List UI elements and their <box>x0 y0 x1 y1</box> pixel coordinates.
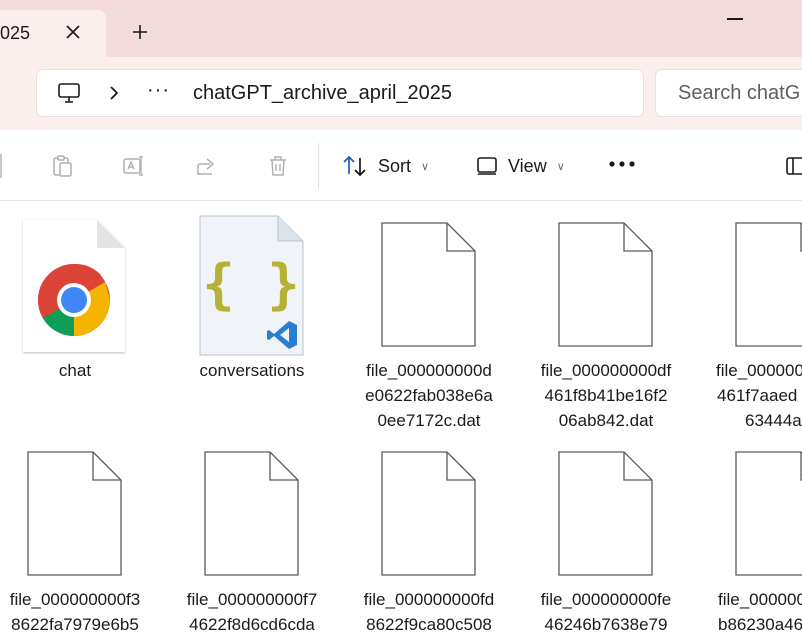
minimize-window-icon[interactable] <box>727 18 743 20</box>
file-name-line: 461f8b41be16f2 <box>544 386 668 405</box>
details-pane-icon[interactable] <box>786 156 802 176</box>
breadcrumb-current-folder[interactable]: chatGPT_archive_april_2025 <box>193 82 452 105</box>
file-name-line: 0ee7172c.dat <box>377 411 481 430</box>
file-name-line: e0622fab038e6a <box>365 386 493 405</box>
file-name-line: file_000000000df <box>540 361 672 380</box>
title-bar: 025 <box>0 0 802 57</box>
search-placeholder: Search chatG <box>678 82 801 104</box>
delete-icon[interactable] <box>266 154 290 178</box>
rename-icon[interactable] <box>122 154 146 178</box>
close-tab-icon[interactable] <box>63 22 83 42</box>
file-item-dat[interactable]: file_000000000f7 4622f8d6cd6cda <box>177 451 327 634</box>
share-icon[interactable] <box>194 154 218 178</box>
file-item-chat[interactable]: chat <box>0 201 150 441</box>
file-name-line: 46246b7638e79 <box>544 615 668 634</box>
view-button[interactable]: View ∨ <box>476 148 565 184</box>
view-label: View <box>508 155 547 176</box>
json-vscode-icon: { } <box>199 215 304 356</box>
sort-icon <box>343 155 366 177</box>
file-name-line: file_00000000 <box>718 590 802 609</box>
chevron-right-icon[interactable] <box>107 84 121 102</box>
file-item-dat[interactable]: file_000000000df 461f8b41be16f2 06ab842.… <box>531 201 681 441</box>
file-name: conversations <box>199 361 305 380</box>
cut-icon[interactable] <box>0 154 2 178</box>
new-tab-icon[interactable] <box>128 20 152 44</box>
file-name-line: file_000000000fe <box>540 590 672 609</box>
blank-file-icon <box>558 222 653 347</box>
blank-file-icon <box>558 451 653 576</box>
blank-file-icon <box>735 222 802 347</box>
search-input[interactable]: Search chatG <box>656 70 802 116</box>
file-name-line: file_00000000 <box>716 361 802 380</box>
file-name-line: 63444a. <box>745 411 802 430</box>
chevron-down-icon: ∨ <box>421 160 430 173</box>
command-bar: Sort ∨ View ∨ <box>0 130 802 201</box>
file-name-line: 8622f9ca80c508 <box>366 615 492 634</box>
file-grid: chat { } conversations file_000000000d e… <box>0 201 802 634</box>
active-tab[interactable]: 025 <box>0 10 106 57</box>
file-item-dat[interactable]: file_00000000 b86230a46 <box>708 451 802 633</box>
paste-icon[interactable] <box>50 154 74 178</box>
file-item-dat[interactable]: file_000000000d e0622fab038e6a 0ee7172c.… <box>354 201 504 441</box>
blank-file-icon <box>381 222 476 347</box>
file-name-line: 8622fa7979e6b5 <box>11 615 139 634</box>
svg-text:{ }: { } <box>202 253 300 316</box>
address-bar[interactable]: ··· chatGPT_archive_april_2025 <box>37 70 643 116</box>
blank-file-icon <box>735 451 802 576</box>
file-name-line: 4622f8d6cd6cda <box>189 615 315 634</box>
file-item-dat[interactable]: file_000000000fd 8622f9ca80c508 <box>354 451 504 634</box>
file-name-line: file_000000000f3 <box>9 590 141 609</box>
tab-title: 025 <box>0 23 31 43</box>
file-name-line: file_000000000f7 <box>186 590 318 609</box>
chevron-down-icon: ∨ <box>556 160 565 173</box>
more-options-icon[interactable] <box>607 154 637 174</box>
file-item-dat[interactable]: file_00000000 461f7aaed 63444a. <box>708 201 802 441</box>
file-name-line: file_000000000fd <box>363 590 495 609</box>
file-name-line: 461f7aaed <box>717 386 798 405</box>
file-item-dat[interactable]: file_000000000f3 8622fa7979e6b5 <box>0 451 150 634</box>
blank-file-icon <box>27 451 122 576</box>
file-item-conversations[interactable]: { } conversations <box>177 201 327 441</box>
blank-file-icon <box>204 451 299 576</box>
file-name-line: b86230a46 <box>718 615 802 633</box>
file-name: chat <box>58 361 92 380</box>
file-name-line: 06ab842.dat <box>558 411 654 430</box>
blank-file-icon <box>381 451 476 576</box>
breadcrumb-overflow-button[interactable]: ··· <box>147 79 170 102</box>
navigation-bar: ··· chatGPT_archive_april_2025 Search ch… <box>0 57 802 130</box>
sort-button[interactable]: Sort ∨ <box>342 148 429 184</box>
this-pc-icon[interactable] <box>57 82 81 104</box>
toolbar-divider <box>318 143 319 189</box>
chrome-icon <box>23 220 125 352</box>
view-icon <box>477 157 497 175</box>
sort-label: Sort <box>378 155 412 176</box>
file-item-dat[interactable]: file_000000000fe 46246b7638e79 <box>531 451 681 634</box>
file-name-line: file_000000000d <box>366 361 492 380</box>
